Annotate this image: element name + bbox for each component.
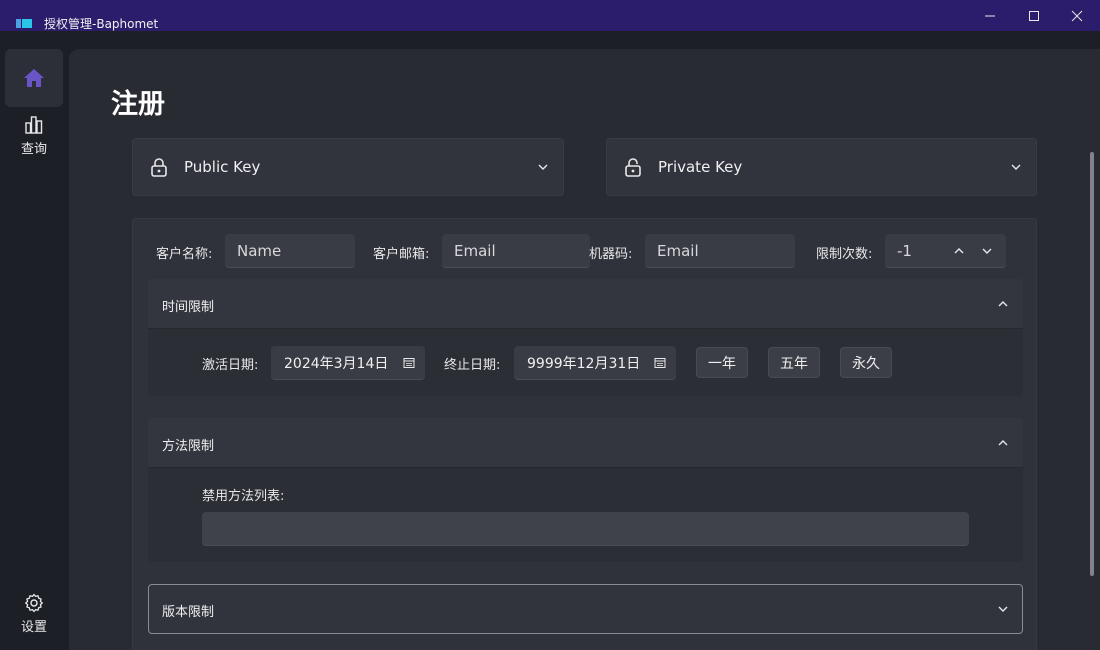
- method-limit-section: 方法限制 禁用方法列表:: [148, 418, 1023, 562]
- disabled-methods-input[interactable]: [202, 512, 969, 546]
- lock-icon: [151, 158, 167, 177]
- time-limit-header[interactable]: 时间限制: [148, 279, 1023, 329]
- maximize-icon: [1029, 11, 1039, 21]
- sidebar-item-settings[interactable]: 设置: [0, 593, 68, 635]
- machine-code-label: 机器码:: [589, 247, 633, 262]
- sidebar-item-label: 查询: [20, 142, 47, 157]
- end-date-label: 终止日期:: [444, 358, 501, 373]
- chevron-up-icon: [998, 440, 1008, 446]
- sidebar-item-label: 设置: [20, 620, 47, 635]
- machine-code-input[interactable]: Email: [645, 234, 795, 268]
- close-button[interactable]: [1062, 4, 1092, 28]
- time-limit-section: 时间限制 激活日期: 2024年3月14日 终止日期: 9999年12月31日: [148, 279, 1023, 396]
- chevron-down-icon: [1011, 164, 1021, 170]
- calendar-icon: [654, 358, 666, 368]
- section-title: 方法限制: [162, 439, 215, 454]
- customer-email-label: 客户邮箱:: [373, 247, 430, 262]
- chevron-down-icon: [998, 606, 1008, 612]
- one-year-button[interactable]: 一年: [696, 347, 748, 378]
- home-icon: [24, 69, 44, 87]
- title-bar: 授权管理-Baphomet: [0, 0, 1100, 31]
- minimize-icon: [985, 15, 995, 17]
- registration-form: 客户名称: Name 客户邮箱: Email 机器码: Email 限制次数: …: [132, 218, 1037, 650]
- public-key-label: Public Key: [184, 158, 261, 176]
- activation-date-value: 2024年3月14日: [284, 355, 389, 372]
- sidebar-item-home[interactable]: [5, 49, 63, 107]
- customer-name-input[interactable]: Name: [225, 234, 355, 268]
- activation-date-picker[interactable]: 2024年3月14日: [271, 346, 425, 380]
- sidebar: 查询 设置: [0, 31, 68, 650]
- version-limit-section[interactable]: 版本限制: [148, 584, 1023, 634]
- limit-count-value: -1: [897, 241, 912, 260]
- main-panel: 注册 Public Key Private Key 客户名称: Name 客户邮…: [69, 49, 1100, 650]
- gear-icon: [25, 593, 43, 613]
- maximize-button[interactable]: [1019, 4, 1049, 28]
- section-title: 版本限制: [162, 605, 215, 620]
- chevron-down-icon: [538, 164, 548, 170]
- chevron-down-icon[interactable]: [981, 245, 993, 257]
- unlock-icon: [625, 158, 641, 177]
- minimize-button[interactable]: [975, 4, 1005, 28]
- forever-button[interactable]: 永久: [840, 347, 892, 378]
- window-title: 授权管理-Baphomet: [44, 17, 159, 31]
- limit-count-numberbox[interactable]: -1: [885, 234, 1006, 268]
- customer-name-label: 客户名称:: [156, 247, 213, 262]
- public-key-expander[interactable]: Public Key: [132, 138, 564, 196]
- app-logo-icon: [16, 17, 33, 29]
- sidebar-item-query[interactable]: 查询: [0, 115, 68, 157]
- chevron-up-icon[interactable]: [953, 245, 965, 257]
- private-key-label: Private Key: [658, 158, 743, 176]
- activation-date-label: 激活日期:: [202, 358, 259, 373]
- customer-email-input[interactable]: Email: [442, 234, 590, 268]
- bar-chart-icon: [25, 116, 43, 134]
- chevron-up-icon: [998, 301, 1008, 307]
- page-title: 注册: [111, 89, 165, 120]
- end-date-value: 9999年12月31日: [527, 355, 641, 372]
- close-icon: [1071, 10, 1083, 22]
- five-year-button[interactable]: 五年: [768, 347, 820, 378]
- method-limit-header[interactable]: 方法限制: [148, 418, 1023, 468]
- private-key-expander[interactable]: Private Key: [606, 138, 1037, 196]
- limit-count-label: 限制次数:: [816, 247, 873, 262]
- section-title: 时间限制: [162, 300, 215, 315]
- vertical-scrollbar[interactable]: [1090, 152, 1094, 576]
- end-date-picker[interactable]: 9999年12月31日: [514, 346, 676, 380]
- calendar-icon: [403, 358, 415, 368]
- disabled-methods-label: 禁用方法列表:: [202, 489, 285, 504]
